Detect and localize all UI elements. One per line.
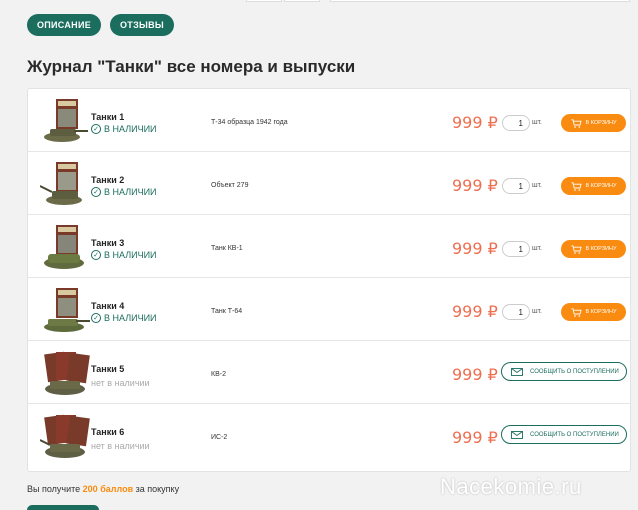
check-icon: ✓ [91, 187, 101, 197]
tab-reviews[interactable]: ОТЗЫВЫ [110, 14, 174, 36]
stock-label: В НАЛИЧИИ [104, 313, 157, 323]
page-title: Журнал "Танки" все номера и выпуски [27, 57, 356, 76]
add-to-cart-button[interactable]: В КОРЗИНУ [561, 240, 626, 258]
quantity-input[interactable]: 1 [502, 178, 530, 194]
add-to-cart-button[interactable]: В КОРЗИНУ [561, 177, 626, 195]
product-description: Танк Т-64 [211, 308, 243, 315]
envelope-icon [511, 431, 523, 439]
product-name[interactable]: Танки 1 [91, 112, 124, 122]
product-thumbnail[interactable] [40, 349, 90, 397]
quantity-unit: шт. [532, 182, 542, 189]
product-description: Т-34 образца 1942 года [211, 119, 288, 126]
quantity-unit: шт. [532, 119, 542, 126]
quantity-input[interactable]: 1 [502, 115, 530, 131]
notify-label: СООБЩИТЬ О ПОСТУПЛЕНИИ [530, 368, 619, 375]
add-to-cart-button[interactable]: В КОРЗИНУ [561, 114, 626, 132]
product-list: Танки 1 ✓ В НАЛИЧИИ Т-34 образца 1942 го… [27, 88, 631, 472]
add-to-cart-button[interactable]: В КОРЗИНУ [561, 303, 626, 321]
check-icon: ✓ [91, 250, 101, 260]
product-description: Объект 279 [211, 182, 249, 189]
product-row: Танки 4 ✓ В НАЛИЧИИ Танк Т-64 999 ₽ 1 шт… [28, 278, 630, 341]
top-strip [0, 0, 638, 8]
product-description: ИС-2 [211, 434, 228, 441]
product-name[interactable]: Танки 3 [91, 238, 124, 248]
product-price: 999 ₽ [452, 365, 498, 384]
notify-availability-button[interactable]: СООБЩИТЬ О ПОСТУПЛЕНИИ [501, 362, 627, 381]
product-thumbnail[interactable] [40, 286, 90, 334]
watermark: Nacekomie.ru [440, 474, 582, 499]
product-price: 999 ₽ [452, 302, 498, 321]
quantity-input[interactable]: 1 [502, 304, 530, 320]
stock-label: В НАЛИЧИИ [104, 250, 157, 260]
envelope-icon [511, 368, 523, 376]
check-icon: ✓ [91, 313, 101, 323]
top-control[interactable] [330, 0, 630, 2]
notify-label: СООБЩИТЬ О ПОСТУПЛЕНИИ [530, 431, 619, 438]
notify-availability-button[interactable]: СООБЩИТЬ О ПОСТУПЛЕНИИ [501, 425, 627, 444]
bonus-points: 200 баллов [82, 484, 134, 494]
product-thumbnail[interactable] [40, 223, 90, 271]
check-icon: ✓ [91, 124, 101, 134]
add-to-cart-label: В КОРЗИНУ [585, 309, 617, 315]
quantity-unit: шт. [532, 308, 542, 315]
tab-description[interactable]: ОПИСАНИЕ [27, 14, 101, 36]
stock-status: нет в наличии [91, 441, 150, 451]
bonus-prefix: Вы получите [27, 484, 81, 494]
product-thumbnail[interactable] [40, 412, 90, 460]
product-description: Танк КВ-1 [211, 245, 243, 252]
product-price: 999 ₽ [452, 176, 498, 195]
product-row: Танки 1 ✓ В НАЛИЧИИ Т-34 образца 1942 го… [28, 89, 630, 152]
product-row: Танки 2 ✓ В НАЛИЧИИ Объект 279 999 ₽ 1 ш… [28, 152, 630, 215]
quantity-input[interactable]: 1 [502, 241, 530, 257]
cart-icon [571, 181, 582, 191]
add-to-cart-label: В КОРЗИНУ [585, 246, 617, 252]
stock-status: нет в наличии [91, 378, 150, 388]
stock-status: ✓ В НАЛИЧИИ [91, 187, 157, 197]
product-description: КВ-2 [211, 371, 226, 378]
product-name[interactable]: Танки 4 [91, 301, 124, 311]
product-row: Танки 6 нет в наличии ИС-2 999 ₽ СООБЩИТ… [28, 404, 630, 467]
stock-status: ✓ В НАЛИЧИИ [91, 124, 157, 134]
product-price: 999 ₽ [452, 113, 498, 132]
cart-icon [571, 244, 582, 254]
cart-icon [571, 307, 582, 317]
product-row: Танки 5 нет в наличии КВ-2 999 ₽ СООБЩИТ… [28, 341, 630, 404]
bottom-button[interactable] [27, 505, 99, 510]
stock-label: В НАЛИЧИИ [104, 187, 157, 197]
bonus-suffix: за покупку [135, 484, 180, 494]
stock-status: ✓ В НАЛИЧИИ [91, 250, 157, 260]
top-control[interactable] [284, 0, 320, 2]
cart-icon [571, 118, 582, 128]
bonus-points-text: Вы получите 200 баллов за покупку [27, 484, 179, 494]
add-to-cart-label: В КОРЗИНУ [585, 120, 617, 126]
product-row: Танки 3 ✓ В НАЛИЧИИ Танк КВ-1 999 ₽ 1 шт… [28, 215, 630, 278]
add-to-cart-label: В КОРЗИНУ [585, 183, 617, 189]
stock-status: ✓ В НАЛИЧИИ [91, 313, 157, 323]
product-thumbnail[interactable] [40, 97, 90, 145]
top-control[interactable] [246, 0, 282, 2]
product-name[interactable]: Танки 5 [91, 364, 124, 374]
product-name[interactable]: Танки 6 [91, 427, 124, 437]
product-name[interactable]: Танки 2 [91, 175, 124, 185]
product-thumbnail[interactable] [40, 160, 90, 208]
stock-label: В НАЛИЧИИ [104, 124, 157, 134]
quantity-unit: шт. [532, 245, 542, 252]
product-price: 999 ₽ [452, 239, 498, 258]
product-price: 999 ₽ [452, 428, 498, 447]
